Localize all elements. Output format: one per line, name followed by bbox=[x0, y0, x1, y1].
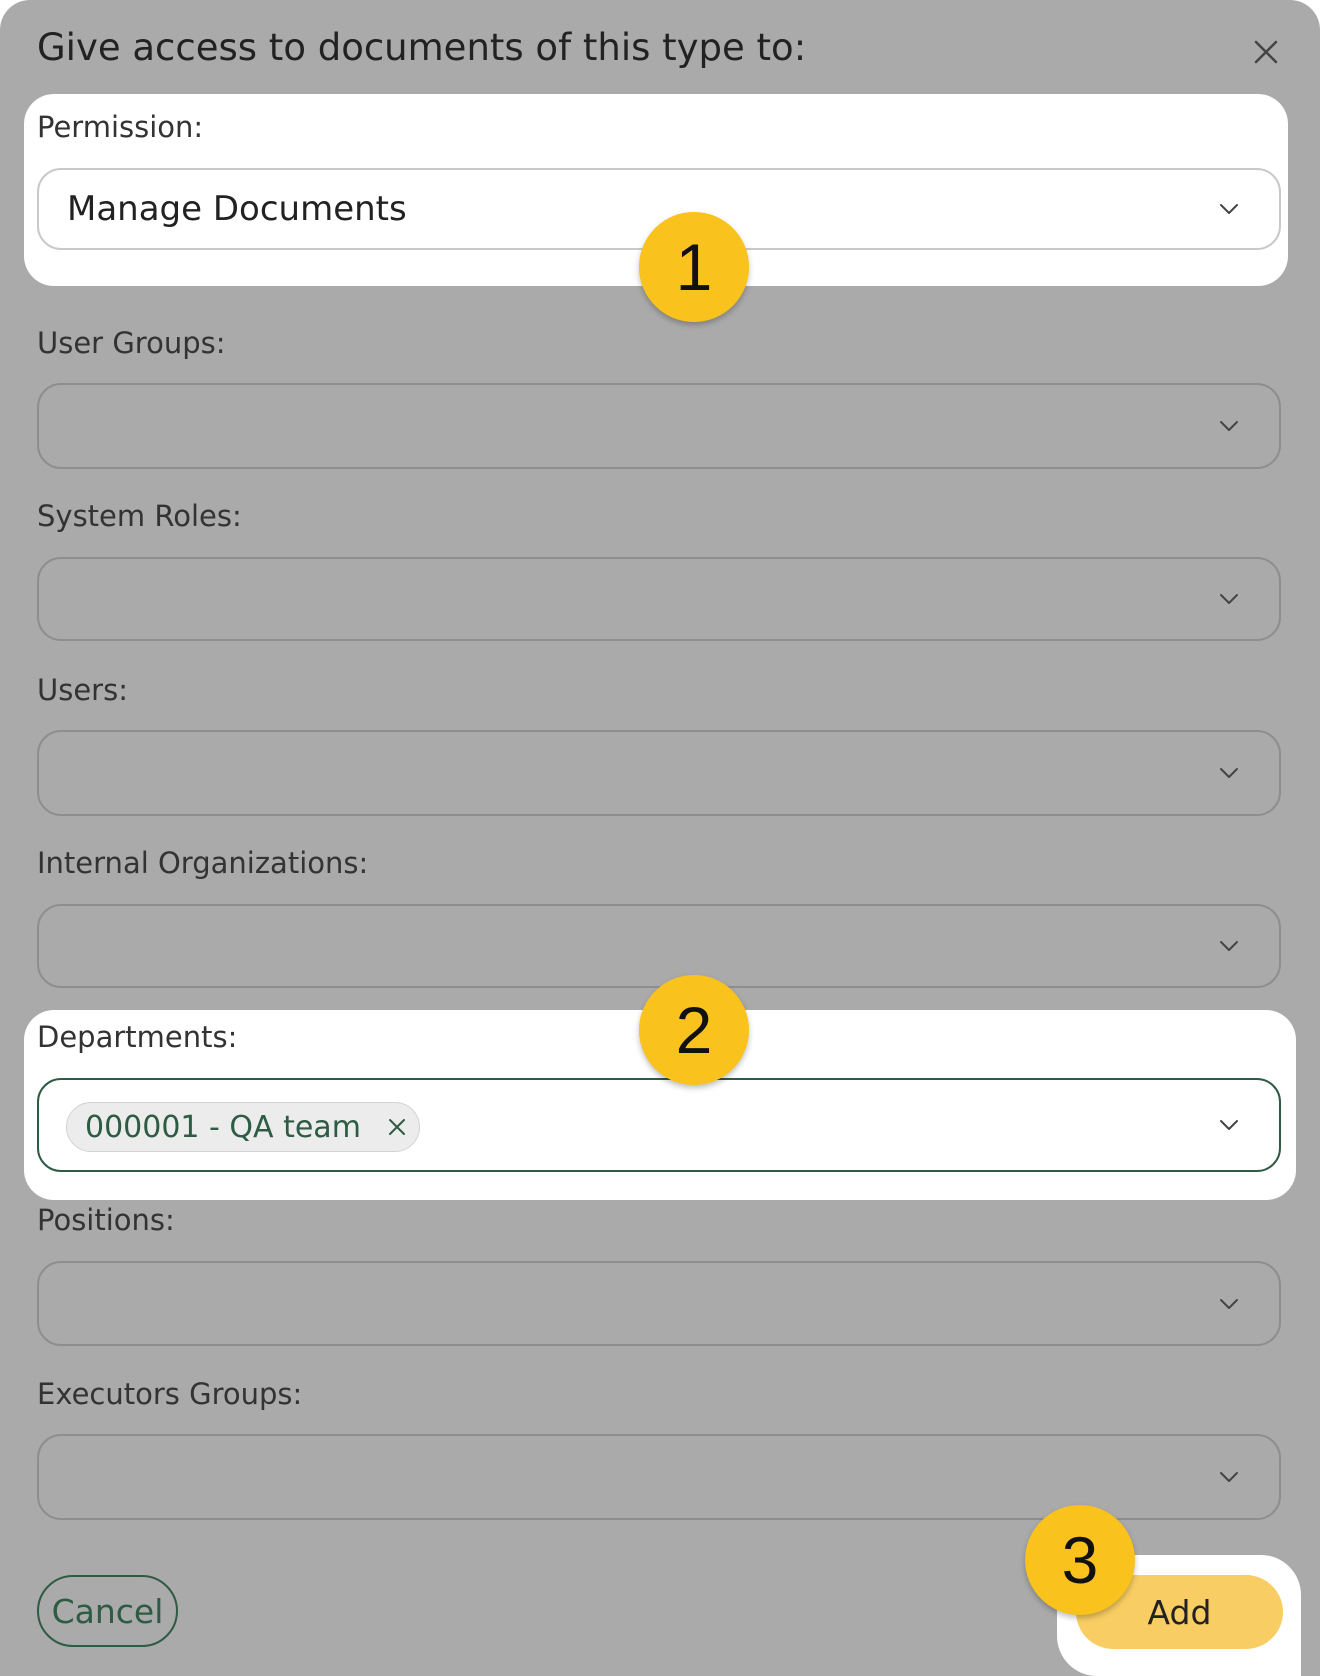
step-badge-1: 1 bbox=[639, 212, 749, 322]
cancel-button[interactable]: Cancel bbox=[37, 1575, 178, 1647]
departments-select[interactable]: 000001 - QA team bbox=[37, 1078, 1281, 1172]
chevron-down-icon bbox=[1220, 1472, 1238, 1482]
chevron-down-icon bbox=[1220, 941, 1238, 951]
internal-organizations-label: Internal Organizations: bbox=[37, 846, 369, 880]
users-label: Users: bbox=[37, 673, 128, 707]
internal-organizations-select[interactable] bbox=[37, 904, 1281, 988]
step-badge-3: 3 bbox=[1025, 1505, 1135, 1615]
permission-value: Manage Documents bbox=[67, 189, 407, 229]
permission-label: Permission: bbox=[37, 110, 204, 144]
departments-label: Departments: bbox=[37, 1020, 238, 1054]
access-dialog: Give access to documents of this type to… bbox=[0, 0, 1320, 1676]
positions-select[interactable] bbox=[37, 1261, 1281, 1346]
positions-label: Positions: bbox=[37, 1203, 175, 1237]
close-icon[interactable] bbox=[1250, 36, 1282, 68]
chevron-down-icon bbox=[1220, 594, 1238, 604]
users-select[interactable] bbox=[37, 730, 1281, 816]
system-roles-label: System Roles: bbox=[37, 499, 242, 533]
executors-groups-label: Executors Groups: bbox=[37, 1377, 303, 1411]
chevron-down-icon bbox=[1220, 421, 1238, 431]
chevron-down-icon bbox=[1220, 1120, 1238, 1130]
chevron-down-icon bbox=[1220, 204, 1238, 214]
user-groups-label: User Groups: bbox=[37, 326, 226, 360]
chevron-down-icon bbox=[1220, 768, 1238, 778]
department-chip: 000001 - QA team bbox=[66, 1102, 420, 1152]
dialog-title: Give access to documents of this type to… bbox=[37, 26, 807, 69]
chevron-down-icon bbox=[1220, 1298, 1238, 1309]
user-groups-select[interactable] bbox=[37, 383, 1281, 469]
department-chip-label: 000001 - QA team bbox=[85, 1109, 361, 1145]
close-icon[interactable] bbox=[387, 1117, 407, 1137]
system-roles-select[interactable] bbox=[37, 557, 1281, 641]
step-badge-2: 2 bbox=[639, 975, 749, 1085]
